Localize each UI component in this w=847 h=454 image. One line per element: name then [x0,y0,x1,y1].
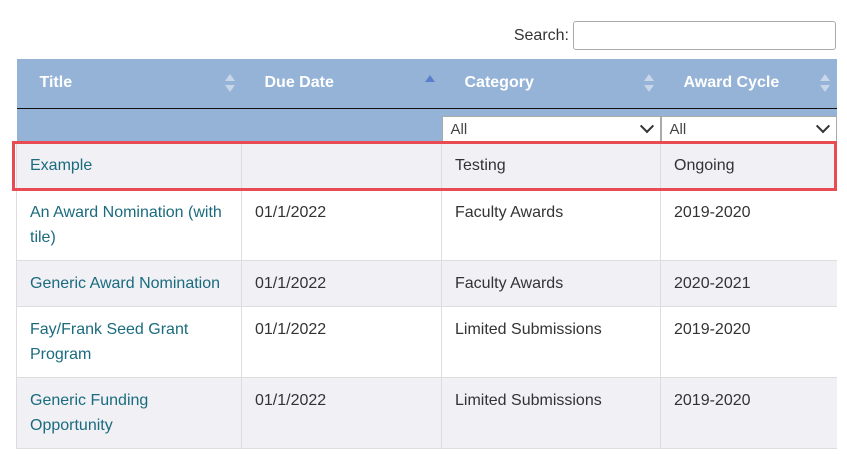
column-header-label: Award Cycle [683,74,780,92]
cell-category: Faculty Awards [441,260,661,307]
cell-category: Limited Submissions [441,306,661,378]
chevron-down-icon [639,119,654,134]
search-bar: Search: [0,19,836,52]
table-row: An Award Nomination (with tile) 01/1/202… [16,189,837,261]
filter-cell-empty [241,108,442,143]
search-input[interactable] [573,21,836,50]
cell-title: Generic Funding Opportunity [16,377,242,449]
filter-cell-category: All [441,108,661,143]
cell-category: Faculty Awards [441,189,661,261]
table-row: Generic Award Nomination 01/1/2022 Facul… [16,260,837,307]
cell-due-date [241,142,442,190]
filter-cell-empty [16,108,242,143]
cell-award-cycle: Ongoing [660,142,837,190]
column-header-label: Category [464,74,534,92]
cell-category: Limited Submissions [441,377,661,449]
cell-award-cycle: 2020-2021 [660,260,837,307]
table-row: Fay/Frank Seed Grant Program 01/1/2022 L… [16,306,837,378]
column-header-label: Title [39,74,73,92]
cell-title: An Award Nomination (with tile) [16,189,242,261]
cell-award-cycle: 2019-2020 [660,189,837,261]
title-link[interactable]: Generic Award Nomination [30,275,220,292]
awards-table: Title Due Date Category Award Cycle All [16,59,837,449]
cell-award-cycle: 2019-2020 [660,306,837,378]
title-link[interactable]: Example [30,157,92,174]
sort-ascending-icon [424,75,435,83]
chevron-down-icon [815,119,830,134]
award-cycle-filter-value: All [669,120,687,138]
cell-due-date: 01/1/2022 [241,306,442,378]
search-label: Search: [513,26,569,44]
column-header-category[interactable]: Category [441,59,661,109]
cell-title: Example [16,142,242,190]
column-header-label: Due Date [264,74,334,92]
cell-due-date: 01/1/2022 [241,189,442,261]
category-filter-value: All [450,120,468,138]
title-link[interactable]: Fay/Frank Seed Grant Program [30,321,188,363]
title-link[interactable]: Generic Funding Opportunity [30,392,148,434]
cell-due-date: 01/1/2022 [241,377,442,449]
column-header-award-cycle[interactable]: Award Cycle [660,59,837,109]
cell-award-cycle: 2019-2020 [660,377,837,449]
table-row: Generic Funding Opportunity 01/1/2022 Li… [16,377,837,449]
sort-both-icon [224,73,235,93]
award-cycle-filter-select[interactable]: All [660,115,837,143]
cell-title: Fay/Frank Seed Grant Program [16,306,242,378]
column-header-title[interactable]: Title [16,59,242,109]
cell-due-date: 01/1/2022 [241,260,442,307]
cell-title: Generic Award Nomination [16,260,242,307]
table-row: Example Testing Ongoing [16,142,837,190]
sort-both-icon [819,73,830,93]
category-filter-select[interactable]: All [441,115,661,143]
column-header-due-date[interactable]: Due Date [241,59,442,109]
filter-row: All All [16,108,837,143]
sort-both-icon [643,73,654,93]
filter-cell-award-cycle: All [660,108,837,143]
title-link[interactable]: An Award Nomination (with tile) [30,204,222,246]
cell-category: Testing [441,142,661,190]
header-row: Title Due Date Category Award Cycle [16,59,837,109]
